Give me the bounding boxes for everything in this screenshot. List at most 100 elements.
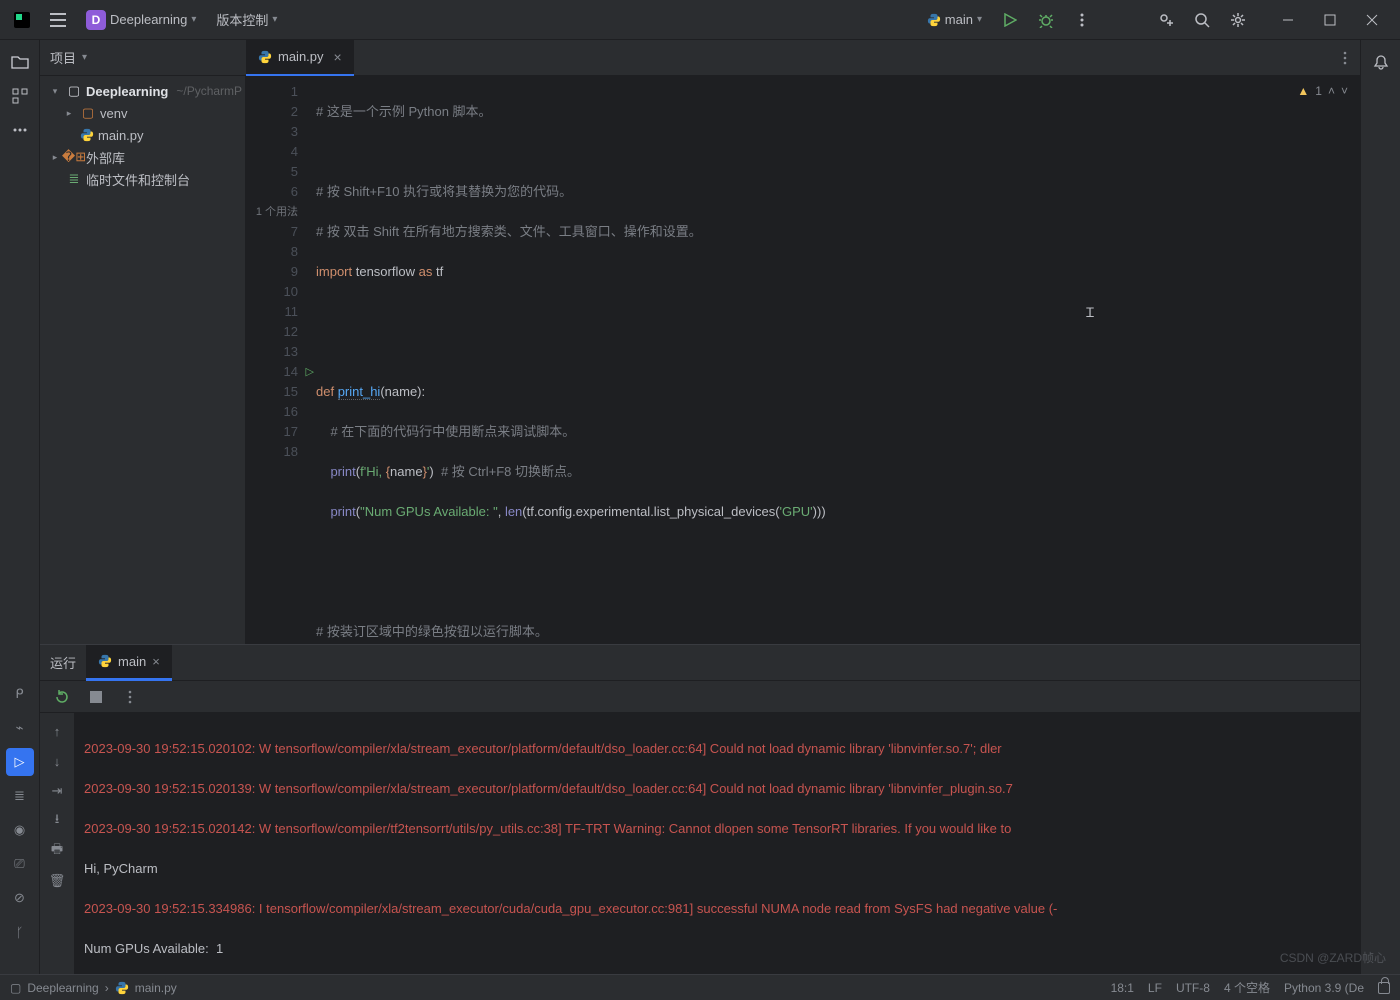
close-icon[interactable]: × — [334, 49, 342, 65]
folder-icon: ▢ — [66, 83, 82, 99]
more-tools-icon[interactable] — [6, 116, 34, 144]
rerun-button[interactable] — [50, 685, 74, 709]
app-logo[interactable] — [8, 6, 36, 34]
run-config-selector[interactable]: main ▾ — [921, 8, 988, 31]
project-tool-icon[interactable] — [6, 48, 34, 76]
warning-icon: ▲ — [1297, 84, 1309, 98]
code-text: ) — [429, 464, 441, 479]
code-text — [316, 504, 330, 519]
expand-icon[interactable]: ▸ — [62, 108, 76, 119]
notifications-icon[interactable] — [1367, 48, 1395, 76]
python-icon — [80, 128, 94, 142]
soft-wrap-icon[interactable]: ⇥ — [45, 779, 69, 803]
run-button[interactable] — [996, 6, 1024, 34]
stop-button[interactable] — [84, 685, 108, 709]
tree-root-path: ~/PycharmP — [176, 84, 242, 98]
up-icon[interactable]: ↑ — [45, 719, 69, 743]
project-badge: D — [86, 10, 106, 30]
text-cursor-icon: Ꮖ — [1086, 304, 1095, 324]
more-actions-icon[interactable] — [1068, 6, 1096, 34]
warning-count: 1 — [1315, 84, 1322, 98]
status-eol[interactable]: LF — [1148, 981, 1162, 995]
code-with-me-icon[interactable] — [1152, 6, 1180, 34]
run-tool-icon[interactable]: ▷ — [6, 748, 34, 776]
project-selector[interactable]: D Deeplearning ▾ — [80, 6, 202, 34]
chevron-down-icon[interactable]: ▾ — [82, 52, 87, 63]
settings-icon[interactable] — [1224, 6, 1252, 34]
search-icon[interactable] — [1188, 6, 1216, 34]
services-tool-icon[interactable]: ◉ — [6, 816, 34, 844]
run-tab-main[interactable]: main × — [86, 645, 172, 681]
project-panel-header: 项目 ▾ — [40, 40, 246, 76]
code-text: print_hi — [338, 384, 381, 400]
tree-scratch[interactable]: ≣ 临时文件和控制台 — [40, 168, 245, 190]
python-console-icon[interactable]: ᑭ — [6, 680, 34, 708]
console-line: Num GPUs Available: 1 — [84, 939, 1350, 959]
console-line: 2023-09-30 19:52:15.020139: W tensorflow… — [84, 779, 1350, 799]
tree-file-main[interactable]: main.py — [40, 124, 245, 146]
trash-icon[interactable]: 🗑 — [45, 869, 69, 893]
tree-file-label: main.py — [98, 128, 144, 143]
code-text: # 这是一个示例 Python 脚本。 — [316, 104, 492, 119]
usage-hint[interactable]: 1 个用法 — [246, 202, 298, 222]
print-icon[interactable]: 🖶 — [45, 839, 69, 863]
code-area[interactable]: # 这是一个示例 Python 脚本。 # 按 Shift+F10 执行或将其替… — [306, 76, 1360, 644]
crumb-file: main.py — [135, 981, 177, 995]
window-close[interactable] — [1352, 6, 1392, 34]
chevron-up-icon[interactable]: ˄ — [1328, 84, 1335, 98]
status-position[interactable]: 18:1 — [1111, 981, 1134, 995]
console-line: 2023-09-30 19:52:15.334986: I tensorflow… — [84, 899, 1350, 919]
status-interpreter[interactable]: Python 3.9 (De — [1284, 981, 1364, 995]
vcs-menu[interactable]: 版本控制 ▾ — [210, 6, 283, 33]
terminal-tool-icon[interactable]: ⎚ — [6, 850, 34, 878]
project-name-label: Deeplearning — [110, 12, 187, 27]
code-text: "Num GPUs Available: " — [360, 504, 498, 519]
right-tool-stripe — [1360, 40, 1400, 974]
structure-tool-icon[interactable] — [6, 82, 34, 110]
code-text: (tf.config.experimental.list_physical_de… — [522, 504, 779, 519]
code-editor[interactable]: ▲ 1 ˄ ˅ 123456 1 个用法 78910111213 14▷ 151… — [246, 76, 1360, 644]
run-tab-label: main — [118, 654, 146, 669]
code-text: 'GPU' — [780, 504, 813, 519]
console-output[interactable]: 2023-09-30 19:52:15.020102: W tensorflow… — [74, 713, 1360, 974]
breadcrumb[interactable]: ▢ Deeplearning › main.py — [10, 981, 177, 995]
window-maximize[interactable] — [1310, 6, 1350, 34]
tree-ext-libs[interactable]: ▸ �⊞ 外部库 — [40, 146, 245, 168]
titlebar: D Deeplearning ▾ 版本控制 ▾ main ▾ — [0, 0, 1400, 40]
console-toolbar: ↑ ↓ ⇥ ⭳ 🖶 🗑 — [40, 713, 74, 974]
debug-button[interactable] — [1032, 6, 1060, 34]
tab-more-icon[interactable] — [1338, 51, 1352, 65]
down-icon[interactable]: ↓ — [45, 749, 69, 773]
debug-tool-icon[interactable]: ⌁ — [6, 714, 34, 742]
python-icon — [98, 654, 112, 668]
inspection-widget[interactable]: ▲ 1 ˄ ˅ — [1297, 84, 1348, 98]
chevron-down-icon: ▾ — [977, 14, 982, 25]
project-tree[interactable]: ▾ ▢ Deeplearning ~/PycharmP ▸ ▢ venv mai… — [40, 76, 246, 644]
close-icon[interactable]: × — [152, 654, 160, 669]
code-text: tensorflow — [352, 264, 418, 279]
status-encoding[interactable]: UTF-8 — [1176, 981, 1210, 995]
code-text: as — [419, 264, 433, 279]
editor-tab-main[interactable]: main.py × — [246, 40, 354, 76]
chevron-down-icon[interactable]: ˅ — [1341, 84, 1348, 98]
expand-icon[interactable]: ▸ — [48, 152, 62, 163]
tree-root[interactable]: ▾ ▢ Deeplearning ~/PycharmP — [40, 80, 245, 102]
todo-tool-icon[interactable]: ≣ — [6, 782, 34, 810]
vcs-tool-icon[interactable]: ᚴ — [6, 918, 34, 946]
code-text: (name): — [380, 384, 425, 399]
status-indent[interactable]: 4 个空格 — [1224, 979, 1270, 996]
vcs-label: 版本控制 — [216, 10, 268, 29]
main-menu-icon[interactable] — [44, 6, 72, 34]
lock-icon[interactable] — [1378, 982, 1390, 994]
run-panel-tabs: 运行 main × — [40, 645, 1360, 681]
problems-tool-icon[interactable]: ⊘ — [6, 884, 34, 912]
tree-venv-label: venv — [100, 106, 127, 121]
expand-icon[interactable]: ▾ — [48, 86, 62, 97]
window-minimize[interactable] — [1268, 6, 1308, 34]
line-gutter[interactable]: 123456 1 个用法 78910111213 14▷ 15161718 — [246, 76, 306, 644]
scroll-end-icon[interactable]: ⭳ — [45, 809, 69, 833]
tree-venv[interactable]: ▸ ▢ venv — [40, 102, 245, 124]
code-text: def — [316, 384, 338, 399]
more-icon[interactable] — [118, 685, 142, 709]
run-gutter-icon[interactable]: ▷ — [306, 362, 314, 382]
